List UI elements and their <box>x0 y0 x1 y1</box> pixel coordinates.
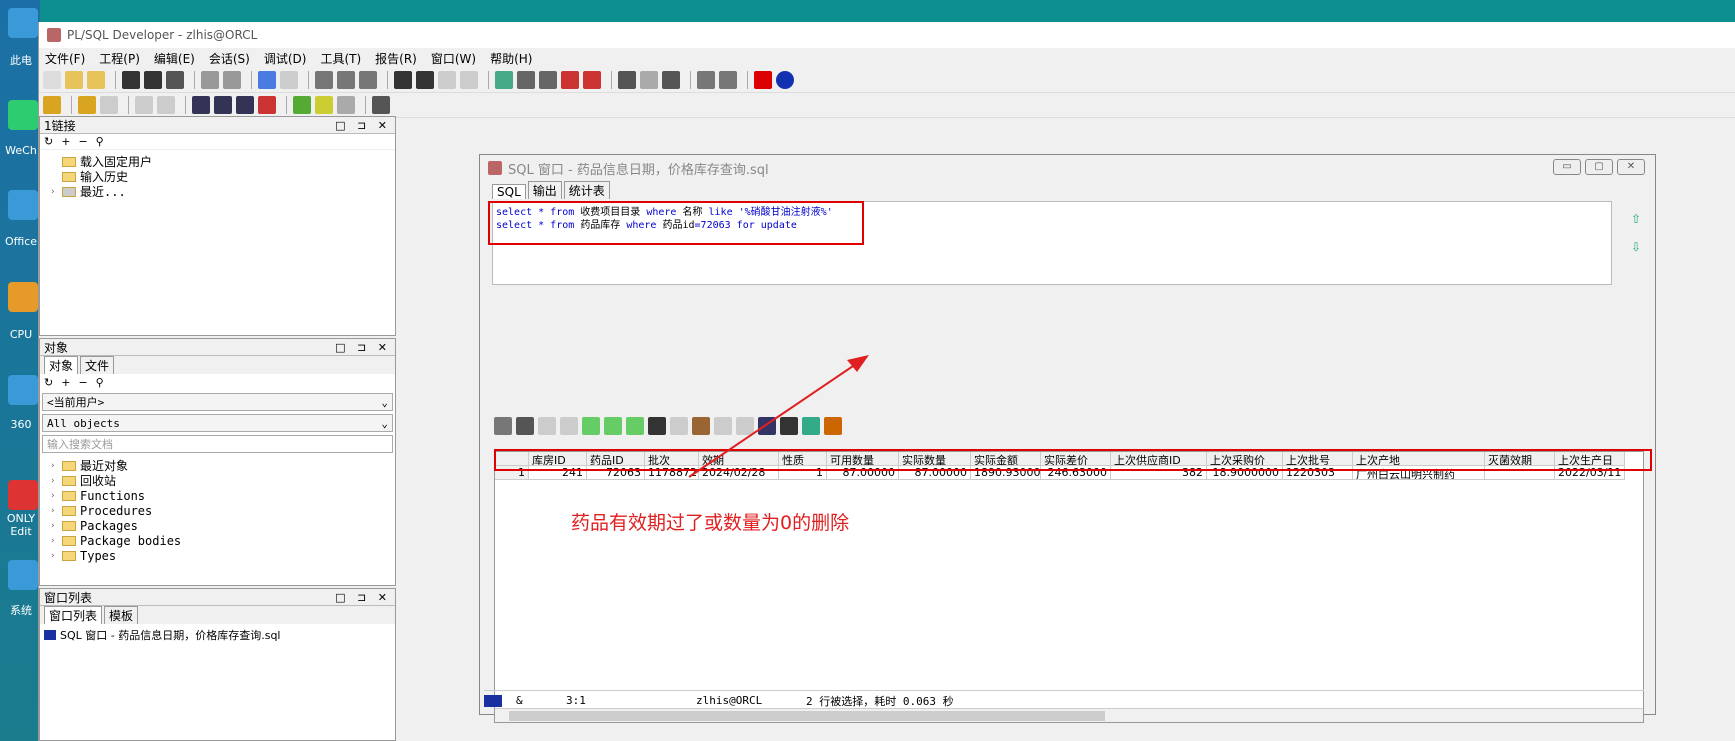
desktop-label-6: 系统 <box>10 604 32 617</box>
wechat-icon[interactable] <box>8 100 38 130</box>
onlyoffice-icon[interactable] <box>8 480 38 510</box>
desktop-label-5: ONLY Edit <box>6 512 36 538</box>
cpu-icon[interactable] <box>8 282 38 312</box>
desktop-label-4: 360 <box>10 418 32 431</box>
desktop-label-0: 此电 <box>10 54 32 67</box>
desktop-label-1: WeCh <box>5 144 37 157</box>
desktop-label-3: CPU <box>9 328 33 341</box>
annotation-arrow <box>688 355 869 478</box>
zip-icon[interactable] <box>8 375 38 405</box>
computer-icon[interactable] <box>8 8 38 38</box>
desktop-label-2: Office <box>4 235 38 248</box>
annotation-text: 药品有效期过了或数量为0的删除 <box>571 512 850 534</box>
app-window: PL/SQL Developer - zlhis@ORCL 文件(F) 工程(P… <box>38 22 1735 741</box>
system-icon[interactable] <box>8 560 38 590</box>
desktop-strip: 此电 WeCh Office CPU 360 ONLY Edit 系统 <box>0 0 40 741</box>
office-icon[interactable] <box>8 190 38 220</box>
